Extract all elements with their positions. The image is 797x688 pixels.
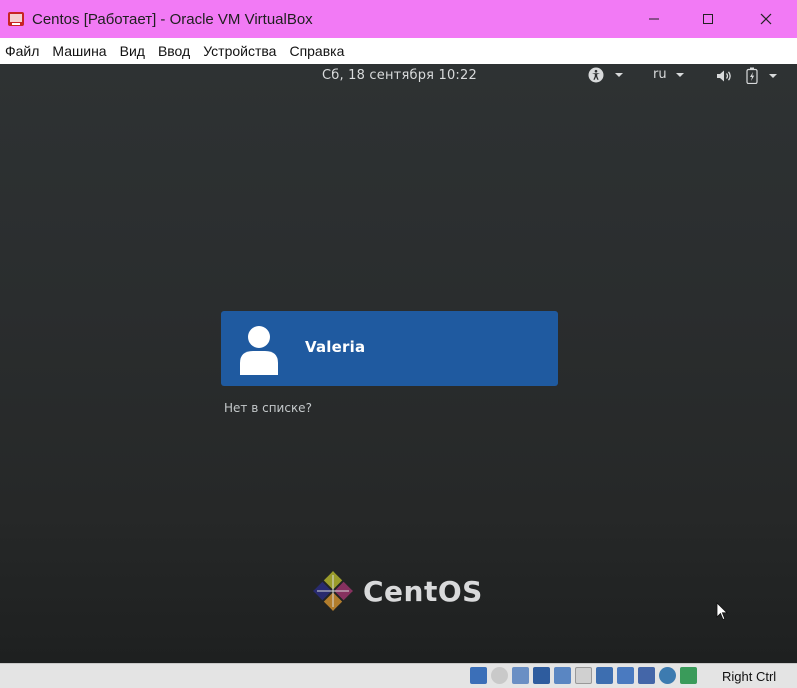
- minimize-button[interactable]: [631, 0, 677, 38]
- maximize-icon: [703, 14, 713, 24]
- user-list-item[interactable]: Valeria: [221, 311, 558, 386]
- vm-display[interactable]: Сб, 18 сентября 10:22 ru Valeria Нет в с…: [0, 64, 797, 663]
- keyboard-layout: ru: [653, 67, 667, 82]
- clock[interactable]: Сб, 18 сентября 10:22: [322, 68, 477, 83]
- menu-devices[interactable]: Устройства: [203, 43, 284, 59]
- not-listed-link[interactable]: Нет в списке?: [224, 401, 312, 415]
- chevron-down-icon: [675, 72, 684, 77]
- audio-icon[interactable]: [512, 667, 529, 684]
- menu-input[interactable]: Ввод: [158, 43, 198, 59]
- menu-machine[interactable]: Машина: [52, 43, 114, 59]
- minimize-icon: [649, 18, 659, 20]
- battery-icon: [746, 67, 758, 84]
- system-menu[interactable]: [716, 67, 778, 84]
- mouse-integration-icon[interactable]: [659, 667, 676, 684]
- accessibility-icon: [588, 67, 604, 83]
- centos-logo: CentOS: [309, 567, 483, 615]
- user-name-label: Valeria: [305, 338, 366, 356]
- window-titlebar[interactable]: Centos [Работает] - Oracle VM VirtualBox: [0, 0, 797, 38]
- chevron-down-icon: [769, 73, 777, 78]
- hard-disk-icon[interactable]: [470, 667, 487, 684]
- volume-icon: [717, 70, 731, 81]
- maximize-button[interactable]: [685, 0, 731, 38]
- status-bar: Right Ctrl: [0, 663, 797, 688]
- optical-drive-icon[interactable]: [491, 667, 508, 684]
- keyboard-layout-menu[interactable]: ru: [653, 67, 685, 82]
- mouse-pointer-icon: [716, 602, 728, 621]
- window-title: Centos [Работает] - Oracle VM VirtualBox: [32, 10, 313, 28]
- keyboard-capture-icon[interactable]: [680, 667, 697, 684]
- menu-view[interactable]: Вид: [120, 43, 153, 59]
- device-indicators: [470, 667, 701, 684]
- virtualization-icon[interactable]: [638, 667, 655, 684]
- centos-logo-icon: [313, 571, 353, 611]
- menu-help[interactable]: Справка: [289, 43, 352, 59]
- menu-file[interactable]: Файл: [5, 43, 47, 59]
- menu-bar: Файл Машина Вид Ввод Устройства Справка: [0, 38, 797, 64]
- chevron-down-icon: [615, 73, 623, 77]
- user-avatar-icon: [240, 326, 278, 375]
- display-icon[interactable]: [596, 667, 613, 684]
- accessibility-menu[interactable]: [588, 67, 624, 83]
- shared-folders-icon[interactable]: [575, 667, 592, 684]
- recording-icon[interactable]: [617, 667, 634, 684]
- close-button[interactable]: [743, 0, 789, 38]
- gnome-top-bar: Сб, 18 сентября 10:22 ru: [0, 64, 797, 90]
- centos-wordmark: CentOS: [363, 574, 483, 608]
- usb-icon[interactable]: [554, 667, 571, 684]
- close-icon: [760, 13, 772, 25]
- virtualbox-app-icon: [8, 12, 24, 26]
- host-key-label: Right Ctrl: [722, 669, 777, 684]
- network-icon[interactable]: [533, 667, 550, 684]
